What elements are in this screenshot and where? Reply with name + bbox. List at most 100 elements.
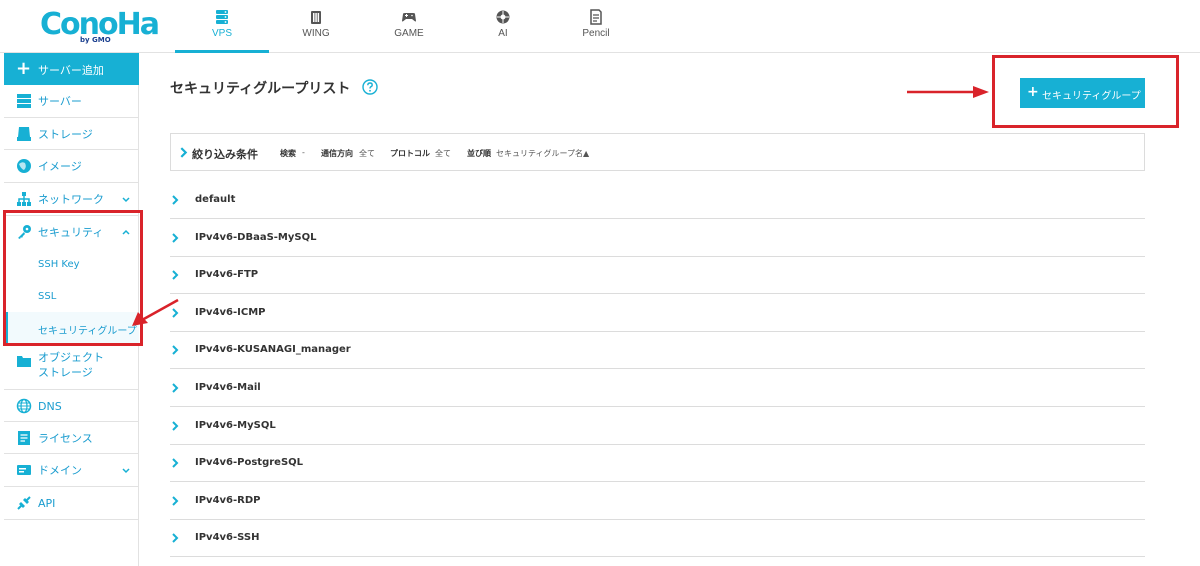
sidebar-item-network[interactable]: ネットワーク [4,183,139,216]
image-icon [17,159,31,173]
sidebar-item-label: セキュリティ [38,226,104,239]
sidebar-item-api[interactable]: API [4,487,139,520]
security-group-row[interactable]: IPv4v6-MySQL [170,407,1145,445]
storage-icon [17,127,31,141]
sidebar-subitem-ssl[interactable]: SSL [4,281,139,313]
tab-wing[interactable]: WING [269,0,363,52]
security-group-name: IPv4v6-ICMP [195,306,266,318]
filter-direction-value: 全て [359,149,375,158]
filter-direction-label: 通信方向 [321,149,353,158]
filter-protocol-label: プロトコル [390,149,430,158]
sidebar-item-dns[interactable]: DNS [4,390,139,422]
tab-game[interactable]: GAME [362,0,456,52]
tab-ai[interactable]: AI [456,0,550,52]
filter-protocol-value: 全て [435,149,451,158]
globe-icon [16,398,32,414]
security-group-row[interactable]: IPv4v6-FTP [170,256,1145,295]
filter-sort-value: セキュリティグループ名▲ [496,149,590,158]
security-group-name: IPv4v6-DBaaS-MySQL [195,231,317,243]
sidebar-item-label: DNS [38,400,62,413]
filter-panel[interactable]: 絞り込み条件 検索 - 通信方向 全て プロトコル 全て 並び順 セキュリティグ… [170,133,1145,171]
security-group-name: default [195,194,236,205]
network-icon [17,192,31,206]
chevron-right-icon [172,308,179,318]
security-group-row[interactable]: IPv4v6-KUSANAGI_manager [170,331,1145,370]
sidebar-subitem-security-group[interactable]: セキュリティグループ [4,312,139,344]
tab-label: Pencil [582,28,610,39]
sidebar-item-object-storage[interactable]: オブジェクト ストレージ [4,344,139,390]
security-group-row[interactable]: IPv4v6-ICMP [170,294,1145,332]
security-group-row[interactable]: default [170,181,1145,219]
tab-label: AI [498,28,508,39]
security-group-row[interactable]: IPv4v6-DBaaS-MySQL [170,219,1145,257]
sidebar-item-label: ストレージ [38,128,93,141]
security-group-row[interactable]: IPv4v6-SSH [170,519,1145,558]
chevron-down-icon [122,197,130,203]
sidebar-item-label-line2: ストレージ [38,366,93,379]
chevron-right-icon [172,383,179,393]
api-icon [17,496,31,510]
tab-label: WING [302,28,330,39]
security-group-row[interactable]: IPv4v6-Mail [170,369,1145,407]
sidebar-subitem-label: SSL [38,291,57,302]
logo-sub: by GMO [80,36,111,44]
page-title: セキュリティグループリスト [170,80,351,96]
conoha-logo[interactable]: ConoHa by GMO [40,8,160,45]
sidebar-item-security[interactable]: セキュリティ [4,216,139,249]
chevron-right-icon [172,270,179,280]
chevron-up-icon [122,229,130,235]
server-icon [216,10,228,24]
chevron-right-icon [172,232,179,243]
security-group-name: IPv4v6-Mail [195,382,261,393]
wing-icon [311,11,321,24]
domain-icon [17,465,31,475]
sidebar-item-label: ドメイン [38,464,82,477]
sidebar-item-label: イメージ [38,160,82,173]
chevron-right-icon [172,533,179,544]
security-group-name: IPv4v6-FTP [195,269,259,281]
chevron-right-icon [172,458,179,468]
filter-search-value: - [302,148,305,157]
security-group-name: IPv4v6-KUSANAGI_manager [195,344,351,356]
sidebar-item-domain[interactable]: ドメイン [4,454,139,487]
sidebar-item-server[interactable]: サーバー [4,85,139,118]
license-icon [18,431,30,445]
chevron-right-icon [172,496,179,506]
tab-pencil[interactable]: Pencil [549,0,643,52]
sidebar-item-label: API [38,497,56,510]
chevron-down-icon [122,468,130,474]
security-group-name: IPv4v6-RDP [195,494,261,506]
filter-title: 絞り込み条件 [192,148,258,161]
security-group-name: IPv4v6-PostgreSQL [195,457,304,469]
add-security-group-label: セキュリティグループ [1042,91,1141,102]
key-icon [18,225,31,239]
sidebar-item-license[interactable]: ライセンス [4,422,139,454]
help-icon[interactable] [362,79,378,95]
add-security-group-button[interactable]: + セキュリティグループ [1020,78,1145,108]
filter-sort-label: 並び順 [467,149,491,158]
sidebar-item-label: ライセンス [38,432,93,445]
top-header: ConoHa by GMO VPS WING GAME AI Pencil [0,0,1200,53]
plus-icon: + [1027,84,1039,100]
security-group-row[interactable]: IPv4v6-PostgreSQL [170,444,1145,483]
tab-vps[interactable]: VPS [175,0,269,53]
gamepad-icon [402,13,416,22]
chevron-right-icon [172,345,179,356]
filter-search-label: 検索 [280,149,296,158]
sidebar-item-image[interactable]: イメージ [4,150,139,183]
chevron-right-icon [172,420,179,431]
add-server-label: サーバー追加 [38,64,104,77]
sidebar-subitem-ssh-key[interactable]: SSH Key [4,249,139,281]
sidebar-item-storage[interactable]: ストレージ [4,118,139,150]
security-group-name: IPv4v6-SSH [195,532,260,544]
tab-label: VPS [211,28,232,39]
folder-icon [17,356,31,367]
chevron-right-icon [172,195,179,205]
sidebar: + サーバー追加 サーバー ストレージ イメージ ネットワーク セキュリティ S… [4,53,139,566]
chevron-right-icon [180,147,188,158]
security-group-row[interactable]: IPv4v6-RDP [170,482,1145,520]
add-server-button[interactable]: + サーバー追加 [4,53,139,85]
server-icon [17,94,31,108]
ai-icon [496,10,510,24]
pencil-icon [590,9,602,25]
